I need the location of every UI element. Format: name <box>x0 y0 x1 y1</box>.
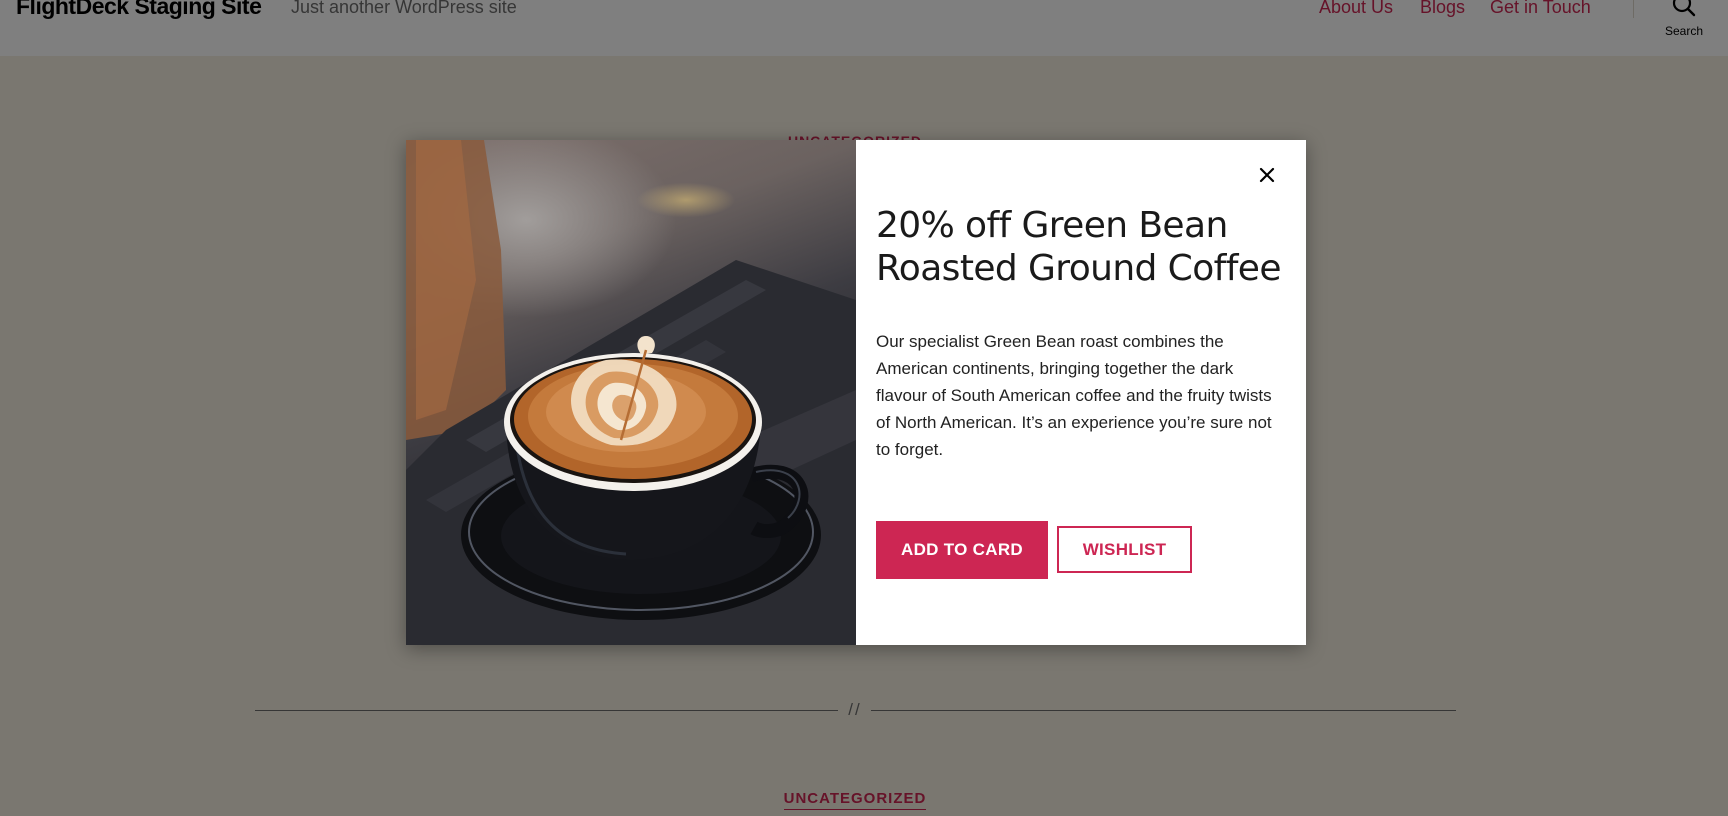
promo-description: Our specialist Green Bean roast combines… <box>876 332 1272 459</box>
wishlist-button[interactable]: WISHLIST <box>1057 526 1192 573</box>
add-to-cart-button[interactable]: ADD TO CARD <box>876 521 1048 579</box>
close-icon <box>1259 167 1275 183</box>
promo-title: 20% off Green Bean Roasted Ground Coffee <box>876 205 1281 289</box>
close-button[interactable] <box>1252 160 1282 190</box>
coffee-cup-image <box>406 140 856 645</box>
popup-content: 20% off Green Bean Roasted Ground Coffee… <box>856 140 1306 645</box>
latte-illustration <box>406 140 856 645</box>
promo-popup: 20% off Green Bean Roasted Ground Coffee… <box>406 140 1306 645</box>
